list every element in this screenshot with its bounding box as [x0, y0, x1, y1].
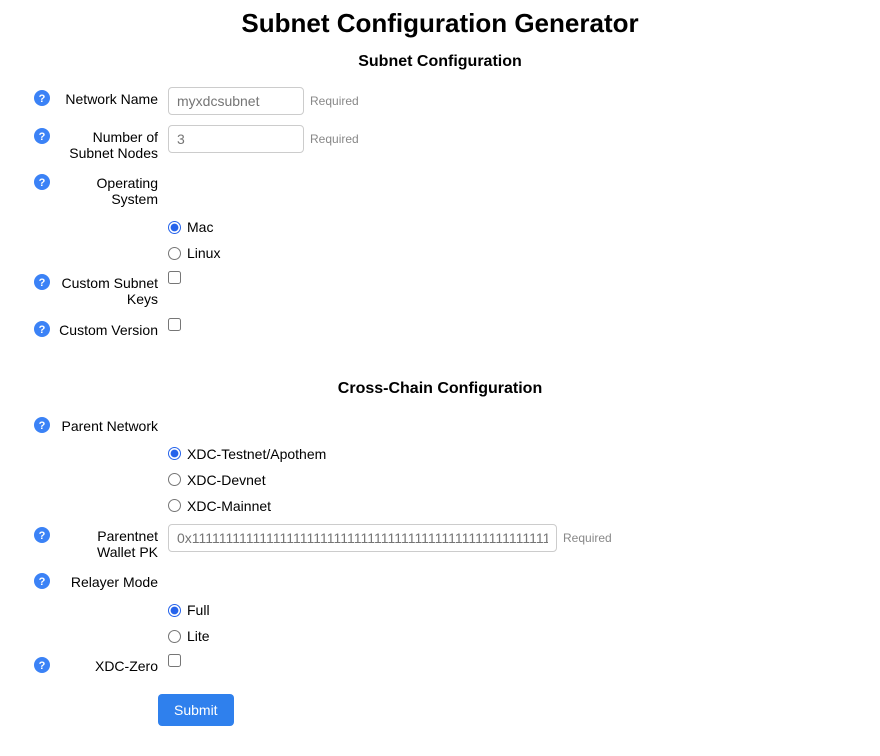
help-icon[interactable] — [34, 573, 50, 589]
network-name-input[interactable] — [168, 87, 304, 115]
page-title: Subnet Configuration Generator — [34, 8, 846, 39]
parentnet-pk-input[interactable] — [168, 524, 557, 552]
help-icon[interactable] — [34, 657, 50, 673]
relayer-mode-radio-lite-label: Lite — [187, 628, 210, 644]
parent-network-radio-mainnet-label: XDC-Mainnet — [187, 498, 271, 514]
xdc-zero-checkbox[interactable] — [168, 654, 181, 667]
relayer-mode-radio-lite[interactable] — [168, 630, 181, 643]
relayer-mode-radio-group: Full Lite — [168, 600, 210, 644]
section-title-crosschain: Cross-Chain Configuration — [34, 380, 846, 398]
parentnet-pk-label: Parentnet Wallet PK — [56, 524, 168, 560]
os-radio-linux-label: Linux — [187, 245, 220, 261]
help-icon[interactable] — [34, 321, 50, 337]
help-icon[interactable] — [34, 128, 50, 144]
help-icon[interactable] — [34, 274, 50, 290]
parent-network-radio-devnet[interactable] — [168, 473, 181, 486]
help-icon[interactable] — [34, 174, 50, 190]
parent-network-label: Parent Network — [56, 414, 168, 434]
os-radio-mac-label: Mac — [187, 219, 213, 235]
parent-network-radio-group: XDC-Testnet/Apothem XDC-Devnet XDC-Mainn… — [168, 444, 326, 514]
network-name-label: Network Name — [56, 87, 168, 107]
submit-button[interactable]: Submit — [158, 694, 234, 726]
required-text: Required — [563, 531, 612, 545]
relayer-mode-radio-full-label: Full — [187, 602, 210, 618]
parent-network-radio-testnet-label: XDC-Testnet/Apothem — [187, 446, 326, 462]
os-radio-linux[interactable] — [168, 247, 181, 260]
custom-version-label: Custom Version — [56, 318, 168, 338]
relayer-mode-label: Relayer Mode — [56, 570, 168, 590]
custom-keys-label: Custom Subnet Keys — [56, 271, 168, 307]
parent-network-radio-mainnet[interactable] — [168, 499, 181, 512]
section-title-subnet: Subnet Configuration — [34, 53, 846, 71]
node-count-label: Number of Subnet Nodes — [56, 125, 168, 161]
help-icon[interactable] — [34, 417, 50, 433]
parent-network-radio-devnet-label: XDC-Devnet — [187, 472, 266, 488]
help-icon[interactable] — [34, 527, 50, 543]
help-icon[interactable] — [34, 90, 50, 106]
custom-version-checkbox[interactable] — [168, 318, 181, 331]
parent-network-radio-testnet[interactable] — [168, 447, 181, 460]
xdc-zero-label: XDC-Zero — [56, 654, 168, 674]
relayer-mode-radio-full[interactable] — [168, 604, 181, 617]
node-count-input[interactable] — [168, 125, 304, 153]
custom-keys-checkbox[interactable] — [168, 271, 181, 284]
os-radio-mac[interactable] — [168, 221, 181, 234]
required-text: Required — [310, 94, 359, 108]
required-text: Required — [310, 132, 359, 146]
os-label: Operating System — [56, 171, 168, 207]
os-radio-group: Mac Linux — [168, 217, 220, 261]
